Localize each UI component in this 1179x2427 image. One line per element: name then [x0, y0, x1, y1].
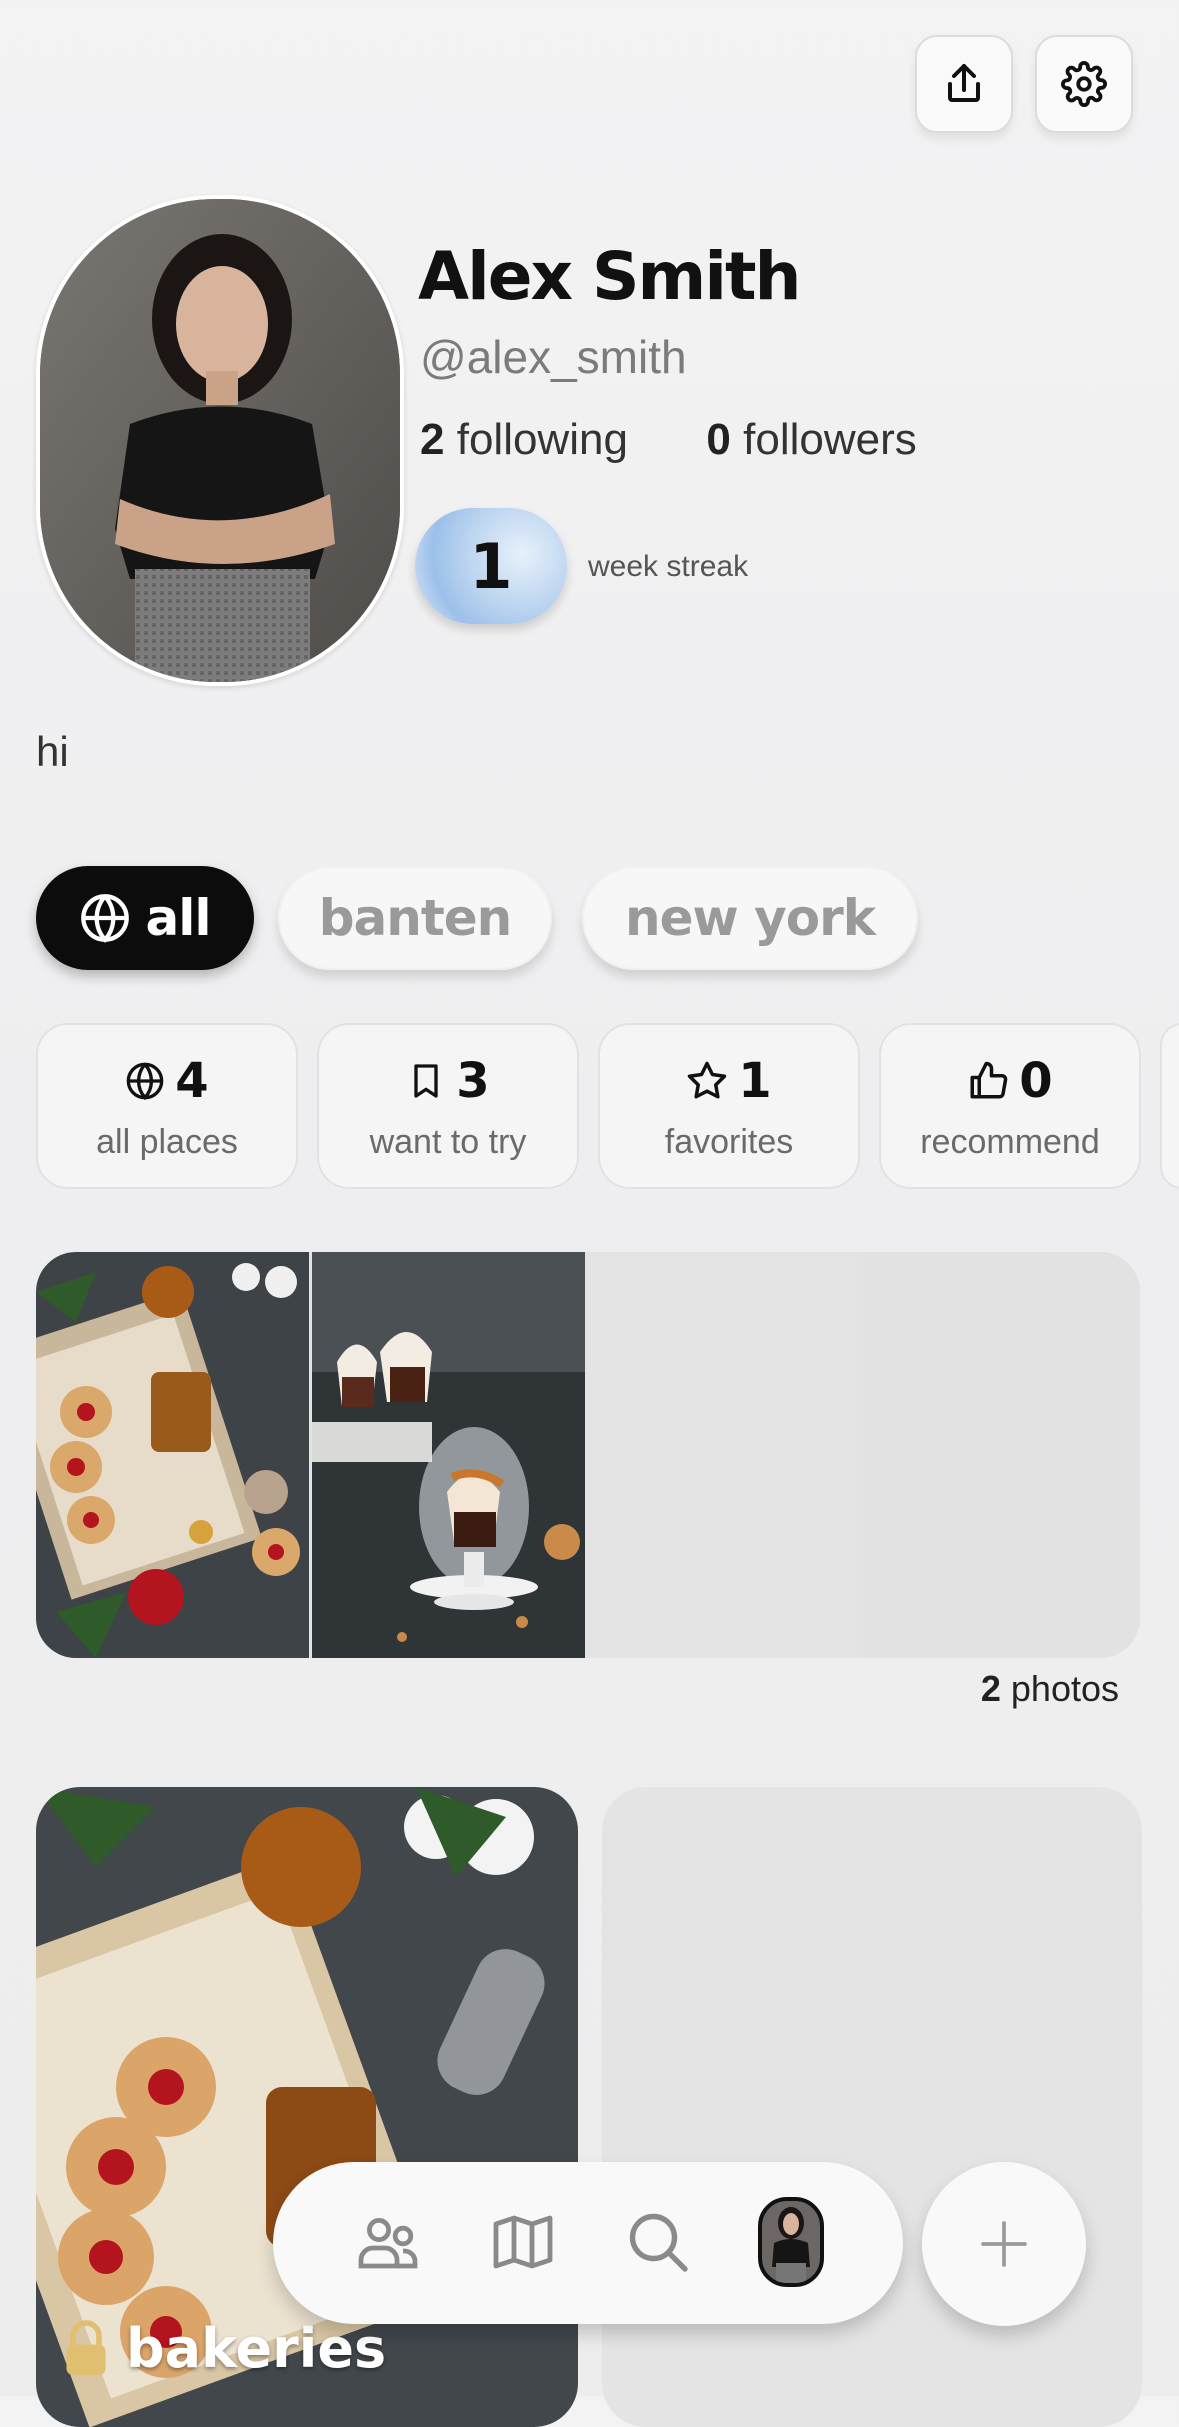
following-label: following	[456, 415, 628, 464]
followers-count: 0	[706, 415, 731, 464]
stat-value: 1	[738, 1053, 772, 1109]
profile-bio: hi	[36, 728, 69, 775]
lock-icon	[66, 2319, 106, 2375]
stat-label: want to try	[369, 1123, 527, 1161]
settings-button[interactable]	[1035, 35, 1133, 133]
share-button[interactable]	[915, 35, 1013, 133]
list-card-title-text: bakeries	[126, 2317, 387, 2380]
profile-avatar[interactable]	[36, 195, 404, 686]
plus-icon	[981, 2221, 1027, 2267]
photo-strip[interactable]	[36, 1252, 1140, 1658]
bookmark-icon	[414, 1064, 438, 1098]
map-icon	[493, 2215, 553, 2269]
search-icon	[629, 2213, 688, 2272]
followers-link[interactable]: 0 followers	[706, 415, 916, 464]
filter-new-york-label: new york	[625, 889, 876, 947]
bottom-nav	[273, 2162, 903, 2324]
follow-stats: 2 following 0 followers	[420, 415, 917, 465]
following-link[interactable]: 2 following	[420, 415, 628, 464]
photo-placeholder	[588, 1252, 861, 1658]
nav-avatar	[758, 2197, 824, 2287]
filter-all[interactable]: all	[36, 866, 254, 970]
stat-card-overflow[interactable]	[1160, 1023, 1179, 1189]
stat-value: 0	[1019, 1053, 1053, 1109]
stat-card-favorites[interactable]: 1 favorites	[598, 1023, 860, 1189]
list-card-bakeries[interactable]: bakeries	[36, 1787, 578, 2427]
followers-label: followers	[743, 415, 917, 464]
nav-friends[interactable]	[348, 2202, 428, 2282]
stat-card-all-places[interactable]: 4 all places	[36, 1023, 298, 1189]
streak-label: week streak	[588, 550, 749, 583]
share-icon	[948, 64, 980, 102]
profile-name: Alex Smith	[418, 238, 801, 315]
cookies-photo	[36, 1252, 309, 1658]
avatar-photo	[40, 199, 400, 682]
stat-value: 4	[175, 1053, 209, 1109]
stat-label: all places	[96, 1123, 238, 1161]
nav-map[interactable]	[483, 2202, 563, 2282]
filter-banten-label: banten	[318, 889, 513, 947]
following-count: 2	[420, 415, 445, 464]
streak-badge[interactable]: 1	[415, 508, 567, 624]
thumbs-up-icon	[970, 1061, 1008, 1099]
photo-count-value: 2	[980, 1668, 1001, 1709]
nav-profile[interactable]	[751, 2197, 831, 2287]
filter-all-label: all	[145, 889, 211, 947]
streak-value: 1	[469, 529, 513, 603]
friends-icon	[358, 2218, 418, 2269]
gear-icon	[1061, 61, 1107, 107]
photo-placeholder	[864, 1252, 1140, 1658]
photo-tile[interactable]	[36, 1252, 309, 1658]
photo-tile[interactable]	[312, 1252, 585, 1658]
list-card-title: bakeries	[60, 2317, 386, 2380]
filter-banten[interactable]: banten	[278, 866, 552, 970]
globe-icon	[81, 894, 130, 943]
stat-card-recommend[interactable]: 0 recommend	[879, 1023, 1141, 1189]
list-card-placeholder[interactable]	[602, 1787, 1142, 2427]
avatar-mini	[772, 2207, 810, 2283]
nav-search[interactable]	[618, 2202, 698, 2282]
star-icon	[688, 1061, 727, 1099]
stat-value: 3	[456, 1053, 490, 1109]
cupcakes-photo	[312, 1252, 585, 1658]
stat-label: recommend	[920, 1123, 1100, 1161]
stat-label: favorites	[664, 1123, 794, 1161]
stat-card-want-to-try[interactable]: 3 want to try	[317, 1023, 579, 1189]
profile-handle: @alex_smith	[420, 331, 687, 383]
filter-new-york[interactable]: new york	[582, 866, 918, 970]
photo-count: 2 photos	[981, 1668, 1119, 1710]
add-button[interactable]	[922, 2162, 1086, 2326]
photo-count-label: photos	[1010, 1668, 1119, 1709]
globe-icon	[126, 1062, 164, 1101]
